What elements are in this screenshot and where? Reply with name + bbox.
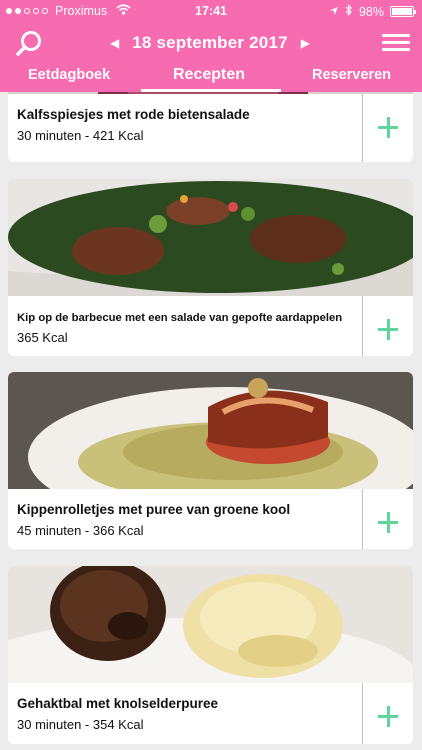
status-bar: Proximus 17:41 98% [0, 0, 422, 22]
app-header: Proximus 17:41 98% ◀ 18 september 2017 ▶… [0, 0, 422, 92]
next-day-arrow-icon[interactable]: ▶ [301, 36, 310, 50]
date-selector: ◀ 18 september 2017 ▶ [110, 31, 310, 55]
recipe-info: Kalfsspiesjes met rode bietensalade 30 m… [8, 94, 413, 162]
carrier-name: Proximus [55, 4, 108, 18]
recipe-card[interactable]: Gehaktbal met knolselderpuree 30 minuten… [8, 566, 413, 744]
recipe-subtitle: 30 minuten - 421 Kcal [17, 128, 144, 143]
recipe-subtitle: 30 minuten - 354 Kcal [17, 717, 144, 732]
tab-bar: Eetdagboek Recepten Reserveren [0, 64, 422, 92]
location-arrow-icon [329, 5, 339, 19]
signal-indicator: Proximus [6, 4, 131, 18]
recipe-title: Kip op de barbecue met een salade van ge… [17, 312, 343, 324]
wifi-icon [116, 4, 131, 18]
recipe-subtitle: 365 Kcal [17, 330, 68, 345]
add-recipe-plus-icon[interactable] [363, 489, 413, 549]
battery-level [392, 8, 412, 15]
recipe-image [8, 179, 413, 296]
recipe-image [8, 566, 413, 738]
recipe-info: Kippenrolletjes met puree van groene koo… [8, 489, 413, 549]
current-date[interactable]: 18 september 2017 [132, 33, 288, 53]
recipe-info: Kip op de barbecue met een salade van ge… [8, 296, 413, 356]
battery-percentage: 98% [358, 4, 384, 19]
hamburger-menu-icon[interactable] [382, 34, 410, 52]
signal-dot [33, 8, 39, 14]
search-icon[interactable] [14, 30, 44, 58]
signal-dot [15, 8, 21, 14]
recipe-title: Kalfsspiesjes met rode bietensalade [17, 107, 250, 122]
signal-dot [6, 8, 12, 14]
battery-icon [390, 6, 416, 17]
signal-dot [24, 8, 30, 14]
add-recipe-plus-icon[interactable] [363, 683, 413, 744]
recipe-subtitle: 45 minuten - 366 Kcal [17, 523, 144, 538]
recipe-info: Gehaktbal met knolselderpuree 30 minuten… [8, 683, 413, 744]
signal-dot [42, 8, 48, 14]
recipe-card[interactable]: Kip op de barbecue met een salade van ge… [8, 179, 413, 356]
active-tab-indicator [141, 89, 281, 92]
tab-reserveren[interactable]: Reserveren [312, 67, 391, 83]
recipe-title: Kippenrolletjes met puree van groene koo… [17, 502, 291, 517]
bluetooth-icon [345, 4, 353, 19]
tab-recepten[interactable]: Recepten [173, 66, 245, 84]
recipe-title: Gehaktbal met knolselderpuree [17, 696, 219, 711]
add-recipe-plus-icon[interactable] [363, 94, 413, 162]
status-right: 98% [329, 4, 416, 19]
recipe-image [8, 372, 413, 527]
tab-eetdagboek[interactable]: Eetdagboek [28, 67, 110, 83]
add-recipe-plus-icon[interactable] [363, 296, 413, 356]
recipe-card[interactable]: Kippenrolletjes met puree van groene koo… [8, 372, 413, 549]
previous-day-arrow-icon[interactable]: ◀ [110, 36, 119, 50]
